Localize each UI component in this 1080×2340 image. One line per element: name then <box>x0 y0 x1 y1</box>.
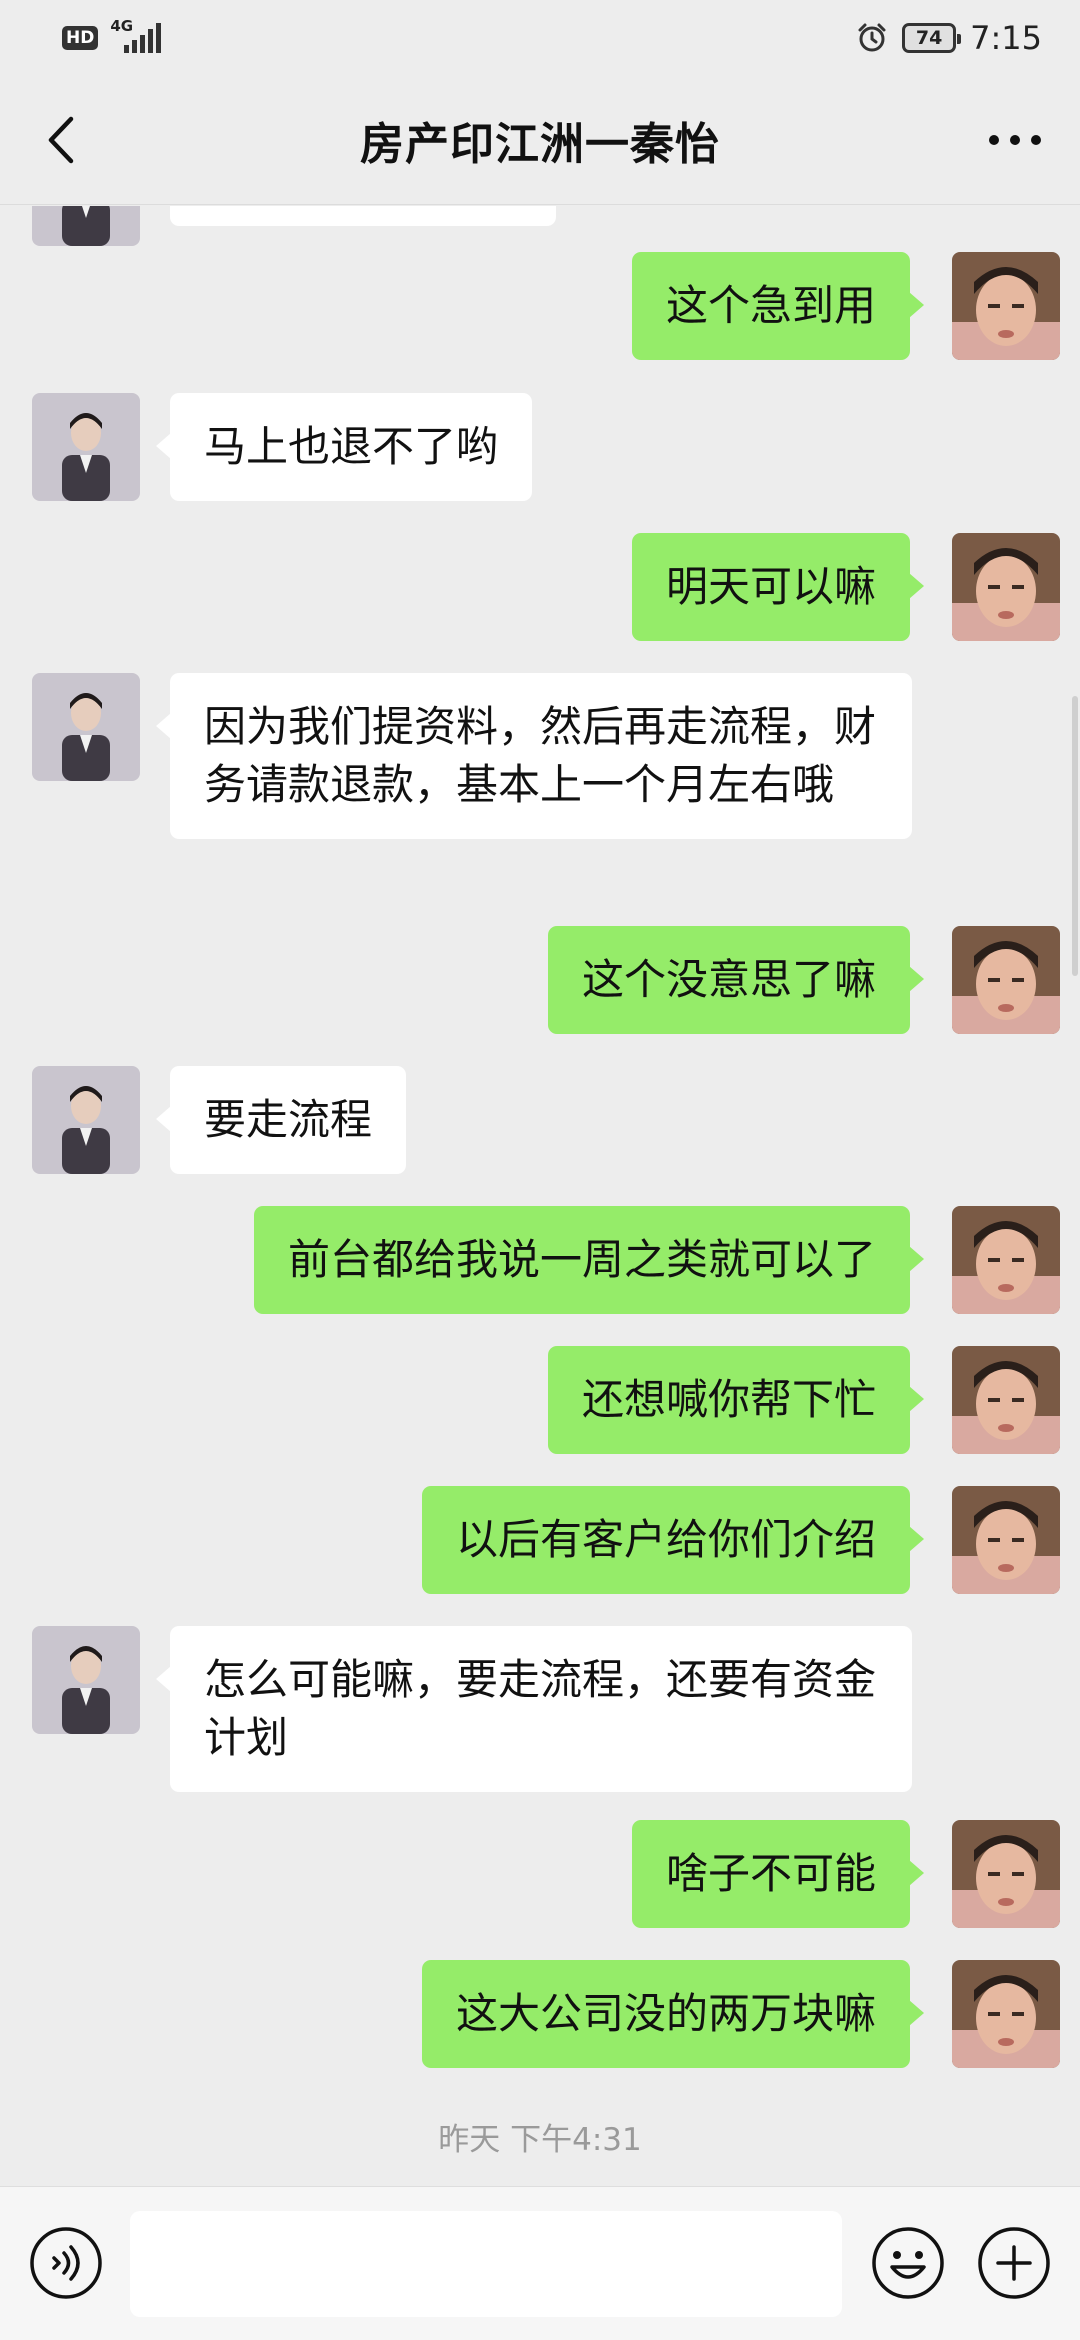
message-text: 这大公司没的两万块嘛 <box>455 1989 876 2038</box>
scrollbar[interactable] <box>1072 696 1078 976</box>
chat-screen: HD 4G 74 7:15 房产印江洲一秦怡 这个急到用 马上也退不了哟 明天可… <box>0 0 1080 2340</box>
voice-button[interactable] <box>28 2225 104 2301</box>
plus-icon <box>978 2227 1050 2299</box>
message-outgoing[interactable]: 啥子不可能 <box>631 1820 925 1928</box>
contact-avatar[interactable] <box>32 1066 140 1174</box>
message-outgoing[interactable]: 前台都给我说一周之类就可以了 <box>253 1206 925 1314</box>
message-incoming[interactable] <box>170 206 556 226</box>
message-outgoing[interactable]: 这个没意思了嘛 <box>547 926 925 1034</box>
time-divider: 昨天 下午4:31 <box>438 2122 642 2158</box>
alarm-icon <box>858 23 886 51</box>
clock: 7:15 <box>970 18 1042 57</box>
my-avatar[interactable] <box>952 1960 1060 2068</box>
emoji-icon <box>872 2227 944 2299</box>
status-bar: HD 4G 74 7:15 <box>0 0 1080 75</box>
input-bar <box>0 2186 1080 2340</box>
message-incoming[interactable]: 因为我们提资料，然后再走流程，财务请款退款，基本上一个月左右哦 <box>156 673 912 839</box>
emoji-button[interactable] <box>870 2225 946 2301</box>
message-incoming[interactable]: 要走流程 <box>155 1066 407 1174</box>
my-avatar[interactable] <box>952 1820 1060 1928</box>
message-text: 这个没意思了嘛 <box>581 955 876 1004</box>
hd-badge: HD <box>62 25 99 50</box>
my-avatar[interactable] <box>952 1346 1060 1454</box>
message-text: 因为我们提资料，然后再走流程，财务请款退款，基本上一个月左右哦 <box>204 702 877 809</box>
message-text: 明天可以嘛 <box>665 562 876 611</box>
my-avatar[interactable] <box>952 1206 1060 1314</box>
message-incoming[interactable]: 马上也退不了哟 <box>155 393 533 501</box>
contact-avatar[interactable] <box>32 1626 140 1734</box>
my-avatar[interactable] <box>952 1486 1060 1594</box>
message-text: 还想喊你帮下忙 <box>581 1375 876 1424</box>
voice-icon <box>30 2227 102 2299</box>
my-avatar[interactable] <box>952 252 1060 360</box>
status-right: 74 7:15 <box>856 19 1042 57</box>
message-text: 怎么可能嘛，要走流程，还要有资金计划 <box>204 1655 877 1762</box>
my-avatar[interactable] <box>952 533 1060 641</box>
contact-avatar[interactable] <box>32 206 140 246</box>
message-text: 前台都给我说一周之类就可以了 <box>287 1235 876 1284</box>
message-text: 要走流程 <box>204 1095 373 1144</box>
title-bar: 房产印江洲一秦怡 <box>0 75 1080 205</box>
message-outgoing[interactable]: 明天可以嘛 <box>631 533 925 641</box>
signal-icon: 4G <box>110 17 166 55</box>
message-text: 马上也退不了哟 <box>204 422 499 471</box>
contact-avatar[interactable] <box>32 673 140 781</box>
message-list[interactable]: 这个急到用 马上也退不了哟 明天可以嘛 因为我们提资料，然后再走流程，财务请款退… <box>0 206 1080 2186</box>
plus-button[interactable] <box>976 2225 1052 2301</box>
message-outgoing[interactable]: 还想喊你帮下忙 <box>547 1346 925 1454</box>
message-outgoing[interactable]: 这大公司没的两万块嘛 <box>421 1960 925 2068</box>
message-input[interactable] <box>130 2211 842 2317</box>
my-avatar[interactable] <box>952 926 1060 1034</box>
message-incoming[interactable]: 怎么可能嘛，要走流程，还要有资金计划 <box>156 1626 912 1792</box>
chat-title: 房产印江洲一秦怡 <box>360 118 720 170</box>
message-text: 以后有客户给你们介绍 <box>455 1515 876 1564</box>
more-button[interactable] <box>980 110 1050 170</box>
message-text: 这个急到用 <box>665 281 876 330</box>
more-horizontal-icon <box>989 135 1041 145</box>
battery-level: 74 <box>915 26 943 49</box>
message-outgoing[interactable]: 以后有客户给你们介绍 <box>421 1486 925 1594</box>
chevron-left-icon <box>48 116 74 164</box>
message-text: 啥子不可能 <box>665 1849 876 1898</box>
message-outgoing[interactable]: 这个急到用 <box>631 252 925 360</box>
back-button[interactable] <box>30 110 90 170</box>
status-left: HD 4G <box>62 17 166 55</box>
contact-avatar[interactable] <box>32 393 140 501</box>
battery-icon: 74 <box>902 22 962 53</box>
